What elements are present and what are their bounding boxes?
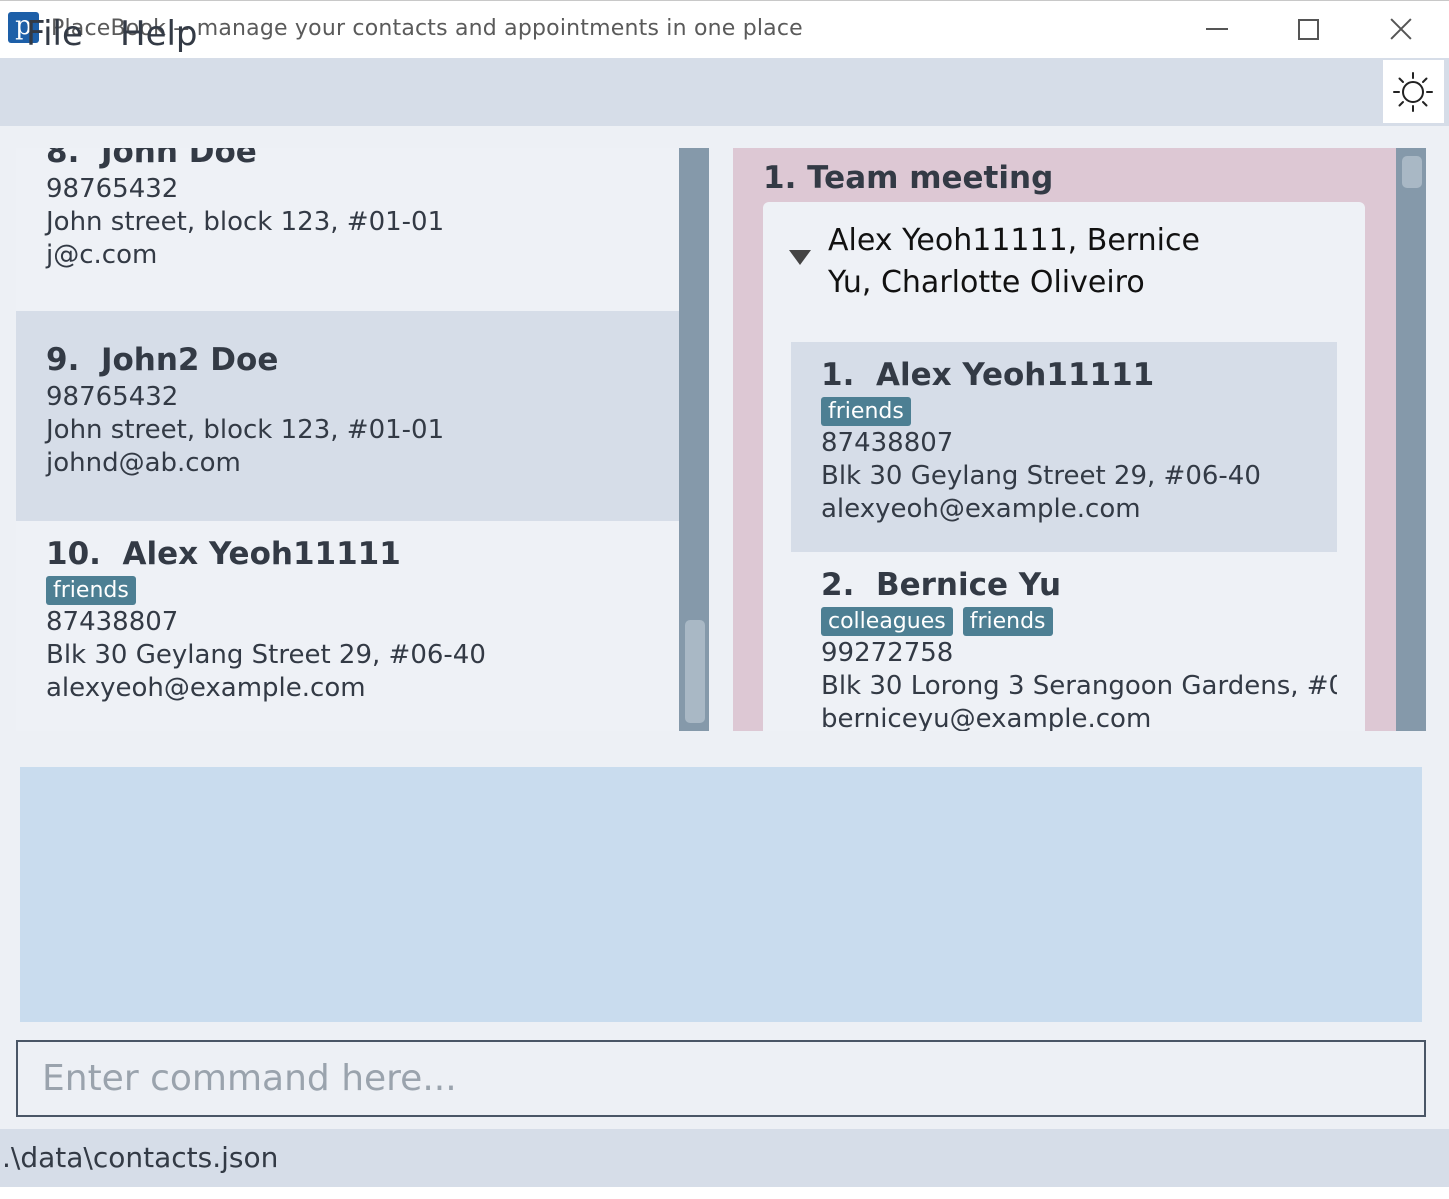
person-phone: 99272758 xyxy=(821,638,954,668)
contact-list-scroll-thumb[interactable] xyxy=(685,620,705,723)
person-card[interactable]: 2. Bernice Yu colleagues friends 99272758… xyxy=(791,552,1337,731)
contact-card[interactable]: 9. John2 Doe 98765432 John street, block… xyxy=(16,311,679,521)
tag-badge: friends xyxy=(962,607,1053,636)
person-card[interactable]: 1. Alex Yeoh11111 friends 87438807 Blk 3… xyxy=(791,342,1337,552)
appointment-list-scroll-thumb[interactable] xyxy=(1402,156,1422,188)
contact-list[interactable]: 8. John Doe 98765432 John street, block … xyxy=(16,148,709,731)
contact-phone: 87438807 xyxy=(46,607,179,637)
minimize-icon[interactable] xyxy=(1194,8,1240,50)
contact-card[interactable]: 10. Alex Yeoh11111 friends 87438807 Blk … xyxy=(16,521,679,731)
appointment-participants[interactable]: Alex Yeoh11111, Bernice Yu, Charlotte Ol… xyxy=(828,220,1248,304)
contact-address: John street, block 123, #01-01 xyxy=(46,207,445,237)
sun-icon xyxy=(1393,72,1433,112)
person-name: 1. Alex Yeoh11111 xyxy=(821,357,1155,393)
person-phone: 87438807 xyxy=(821,428,954,458)
contact-name: 10. Alex Yeoh11111 xyxy=(46,536,401,572)
person-email: alexyeoh@example.com xyxy=(821,494,1141,524)
contact-name: 8. John Doe xyxy=(46,148,257,170)
result-display xyxy=(20,767,1422,1022)
taskbar-strip xyxy=(0,1187,1449,1199)
tag-badge: colleagues xyxy=(821,607,953,636)
theme-toggle-button[interactable] xyxy=(1383,60,1444,123)
menu-bar xyxy=(0,58,1449,126)
tag-badge: friends xyxy=(46,576,136,605)
person-name: 2. Bernice Yu xyxy=(821,567,1062,603)
appointment-title: 1. Team meeting xyxy=(763,160,1054,196)
menu-help[interactable]: Help xyxy=(120,14,198,54)
contact-email: j@c.com xyxy=(46,240,158,270)
menu-file[interactable]: File xyxy=(26,14,83,54)
contact-address: Blk 30 Geylang Street 29, #06-40 xyxy=(46,640,486,670)
expand-arrow-icon[interactable] xyxy=(789,250,811,265)
contact-email: alexyeoh@example.com xyxy=(46,673,366,703)
appointment-list-scrollbar[interactable] xyxy=(1396,148,1426,731)
person-email: berniceyu@example.com xyxy=(821,704,1152,731)
person-address: Blk 30 Lorong 3 Serangoon Gardens, #0... xyxy=(821,671,1337,701)
contact-phone: 98765432 xyxy=(46,382,179,412)
appointment-people-list[interactable]: 1. Alex Yeoh11111 friends 87438807 Blk 3… xyxy=(791,342,1337,731)
maximize-icon[interactable] xyxy=(1285,8,1331,50)
tag-badge: friends xyxy=(821,397,911,426)
contact-address: John street, block 123, #01-01 xyxy=(46,415,445,445)
contact-email: johnd@ab.com xyxy=(46,448,241,478)
contact-card[interactable]: 8. John Doe 98765432 John street, block … xyxy=(16,148,679,311)
close-icon[interactable] xyxy=(1378,8,1424,50)
person-address: Blk 30 Geylang Street 29, #06-40 xyxy=(821,461,1261,491)
contact-name: 9. John2 Doe xyxy=(46,342,279,378)
contact-phone: 98765432 xyxy=(46,174,179,204)
status-file-path: .\data\contacts.json xyxy=(2,1141,279,1174)
command-input[interactable] xyxy=(16,1040,1426,1117)
